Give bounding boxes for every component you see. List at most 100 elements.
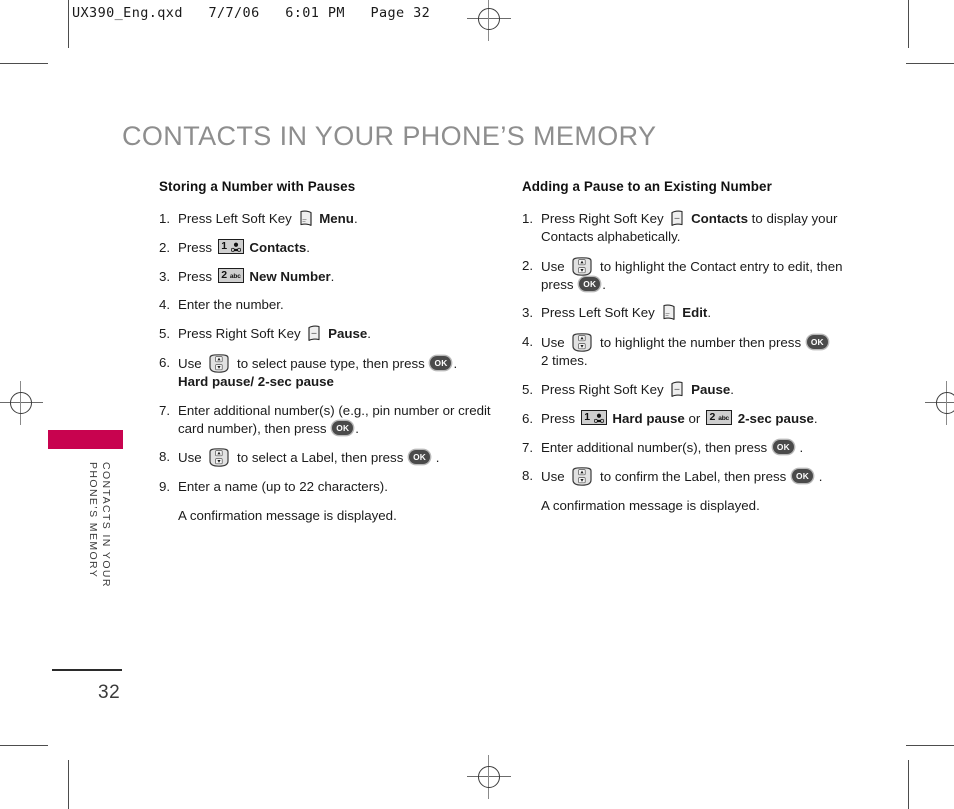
- key-2-abc-icon: 2 abc: [706, 409, 733, 425]
- page-number-rule: [52, 669, 122, 671]
- step-text: Press 2 abc New Number.: [178, 267, 335, 284]
- step-text: Enter a name (up to 22 characters).: [178, 479, 388, 495]
- step-text: Press Left Soft Key Menu.: [178, 210, 358, 227]
- emphasis-text: New Number: [245, 268, 331, 284]
- right-soft-key-icon: [670, 210, 684, 227]
- steps-list: 1. Press Left Soft Key Menu. 2. Press 1 Con…: [159, 210, 499, 496]
- step-text: Enter the number.: [178, 297, 284, 313]
- step-text: Press 1 Contacts.: [178, 238, 310, 255]
- left-soft-key-icon: [299, 210, 313, 227]
- instruction-step: 4. Use to highlight the number then press…: [522, 333, 862, 370]
- step-number: 9.: [159, 479, 171, 495]
- ok-key-icon: OK: [409, 450, 431, 465]
- step-text: Use to select pause type, then press OK.…: [178, 354, 458, 390]
- right-column: Adding a Pause to an Existing Number 1. P…: [522, 178, 862, 526]
- step-number: 8.: [522, 468, 534, 484]
- instruction-step: 8. Use to confirm the Label, then press O…: [522, 467, 862, 487]
- crop-mark-top-right-v: [908, 0, 909, 48]
- ok-key-icon: OK: [772, 439, 794, 454]
- step-number: 1.: [522, 210, 534, 226]
- step-number: 2.: [522, 257, 534, 273]
- step-number: 7.: [522, 439, 534, 455]
- navigation-up-down-key-icon: [571, 333, 593, 353]
- instruction-step: 1. Press Right Soft Key Contacts to displ…: [522, 210, 862, 246]
- step-number: 2.: [159, 239, 171, 255]
- step-text: Use to highlight the Contact entry to ed…: [541, 256, 843, 292]
- instruction-step: 7. Enter additional number(s) (e.g., pin …: [159, 402, 499, 438]
- step-number: 3.: [159, 268, 171, 284]
- step-text: Press Left Soft Key Edit.: [541, 304, 712, 321]
- instruction-step: 2. Press 1 Contacts.: [159, 238, 499, 257]
- step-text: Use to highlight the number then press O…: [541, 333, 862, 370]
- step-number: 3.: [522, 305, 534, 321]
- instruction-step: 6. Use to select pause type, then press O…: [159, 354, 499, 391]
- left-column: Storing a Number with Pauses 1. Press Lef…: [159, 178, 499, 536]
- confirmation-note: A confirmation message is displayed.: [178, 508, 397, 524]
- step-text: Press Right Soft Key Pause.: [541, 381, 734, 398]
- step-text: Use to confirm the Label, then press OK …: [541, 467, 823, 487]
- emphasis-text: Contacts: [687, 210, 748, 226]
- emphasis-text: Pause: [687, 382, 731, 398]
- section-heading: Adding a Pause to an Existing Number: [522, 179, 772, 194]
- steps-list: 1. Press Right Soft Key Contacts to displ…: [522, 210, 862, 487]
- ok-key-icon: OK: [806, 335, 828, 350]
- right-soft-key-icon: [307, 325, 321, 342]
- registration-mark-bottom: [467, 755, 511, 799]
- ok-key-icon: OK: [332, 420, 354, 435]
- registration-mark-top: [467, 0, 511, 41]
- step-number: 4.: [522, 334, 534, 350]
- emphasis-text: Hard pause/ 2-sec pause: [178, 374, 334, 390]
- step-text: Use to select a Label, then press OK .: [178, 448, 440, 468]
- ok-key-icon: OK: [430, 356, 452, 371]
- key-2-abc-icon: 2 abc: [217, 267, 244, 283]
- navigation-up-down-key-icon: [571, 256, 593, 276]
- step-text: Enter additional number(s) (e.g., pin nu…: [178, 402, 491, 436]
- page-number: 32: [98, 682, 121, 703]
- ok-key-icon: OK: [579, 276, 601, 291]
- side-tab-bar: [48, 430, 123, 449]
- emphasis-text: Pause: [324, 326, 368, 342]
- step-text: Press Right Soft Key Contacts to display…: [541, 210, 838, 244]
- step-number: 4.: [159, 297, 171, 313]
- instruction-step: 5. Press Right Soft Key Pause.: [522, 381, 862, 399]
- step-number: 8.: [159, 449, 171, 465]
- registration-mark-left: [0, 381, 43, 425]
- page-title: CONTACTS IN YOUR PHONE’S MEMORY: [122, 121, 657, 152]
- emphasis-text: Hard pause: [608, 410, 685, 426]
- navigation-up-down-key-icon: [571, 467, 593, 487]
- crop-mark-top-right-h: [906, 63, 954, 64]
- crop-mark-bottom-right-v: [908, 760, 909, 809]
- emphasis-text: Contacts: [245, 239, 307, 255]
- step-text: Press Right Soft Key Pause.: [178, 325, 371, 342]
- step-number: 6.: [159, 355, 171, 371]
- crop-mark-top-left-v: [68, 0, 69, 48]
- instruction-step: 8. Use to select a Label, then press OK .: [159, 448, 499, 468]
- crop-mark-top-left-h: [0, 63, 48, 64]
- key-1-voicemail-icon: 1: [580, 409, 607, 425]
- instruction-step: 9. Enter a name (up to 22 characters).: [159, 478, 499, 496]
- emphasis-text: 2-sec pause: [734, 410, 814, 426]
- instruction-step: 7. Enter additional number(s), then press…: [522, 439, 862, 457]
- confirmation-note: A confirmation message is displayed.: [541, 498, 760, 514]
- navigation-up-down-key-icon: [208, 448, 230, 468]
- registration-mark-right: [925, 381, 954, 425]
- instruction-step: 4. Enter the number.: [159, 296, 499, 314]
- side-tab-label: CONTACTS IN YOUR PHONE’S MEMORY: [87, 462, 112, 588]
- step-number: 6.: [522, 410, 534, 426]
- step-text: Enter additional number(s), then press O…: [541, 439, 804, 455]
- step-number: 7.: [159, 402, 171, 418]
- instruction-step: 5. Press Right Soft Key Pause.: [159, 325, 499, 343]
- instruction-step: 6. Press 1 Hard pause or 2 abc 2-sec pause…: [522, 409, 862, 428]
- navigation-up-down-key-icon: [208, 354, 230, 373]
- step-number: 5.: [159, 326, 171, 342]
- crop-mark-bottom-right-h: [906, 745, 954, 746]
- left-soft-key-icon: [662, 304, 676, 321]
- key-1-voicemail-icon: 1: [217, 238, 244, 254]
- instruction-step: 3. Press 2 abc New Number.: [159, 267, 499, 286]
- instruction-step: 1. Press Left Soft Key Menu.: [159, 210, 499, 228]
- section-heading: Storing a Number with Pauses: [159, 179, 356, 194]
- file-header-text: UX390_Eng.qxd 7/7/06 6:01 PM Page 32: [72, 5, 431, 21]
- emphasis-text: Edit: [678, 305, 708, 321]
- crop-mark-bottom-left-h: [0, 745, 48, 746]
- step-text: Press 1 Hard pause or 2 abc 2-sec pause.: [541, 409, 818, 426]
